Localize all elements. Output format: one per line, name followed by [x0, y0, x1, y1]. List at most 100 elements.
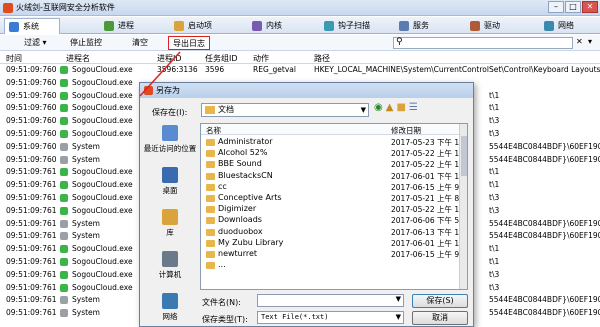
chevron-down-icon[interactable]: ▼: [396, 295, 401, 303]
save-in-dropdown[interactable]: 文档 ▼: [201, 103, 369, 117]
list-item[interactable]: Downloads 2017-06-06 下午 5: [201, 215, 467, 226]
row-process-name: System: [72, 231, 100, 241]
row-time: 09:51:09:761: [6, 295, 57, 305]
file-date: 2017-06-15 上午 9: [391, 249, 460, 259]
list-item[interactable]: newturret 2017-06-15 上午 9: [201, 249, 467, 260]
tab-startup[interactable]: 启动项: [170, 18, 240, 34]
file-rows: Administrator 2017-05-23 下午 1 Alcohol 52% 2…: [201, 137, 467, 271]
col-path[interactable]: 路径: [314, 53, 330, 64]
place-computer[interactable]: 计算机: [143, 251, 197, 280]
process-icon: [60, 193, 68, 202]
libraries-icon: [162, 209, 178, 225]
filter-button[interactable]: 过滤 ▾: [20, 36, 51, 50]
dialog-app-icon: [144, 86, 153, 95]
filename-input[interactable]: ▼: [257, 294, 404, 307]
clear-search-icon[interactable]: ✕: [576, 37, 583, 46]
tab-kernel[interactable]: 内核: [248, 18, 308, 34]
tab-hook-scan[interactable]: 钩子扫描: [320, 18, 390, 34]
list-item[interactable]: BBE Sound 2017-05-22 上午 1: [201, 159, 467, 170]
row-time: 09:51:09:760: [6, 65, 57, 74]
row-time: 09:51:09:760: [6, 77, 57, 87]
clear-button[interactable]: 清空: [128, 36, 152, 50]
process-icon: [60, 257, 68, 266]
col-time[interactable]: 时间: [6, 53, 22, 64]
filetype-dropdown[interactable]: Text File(*.txt) ▼: [257, 311, 404, 324]
col-modified-date[interactable]: 修改日期: [391, 125, 421, 136]
save-button[interactable]: 保存(S): [412, 294, 468, 308]
row-path: t\3: [489, 269, 500, 279]
list-item[interactable]: cc 2017-06-15 上午 9: [201, 182, 467, 193]
file-date: 2017-05-22 上午 1: [391, 160, 460, 170]
col-task-group-id[interactable]: 任务组ID: [205, 53, 238, 64]
row-time: 09:51:09:760: [6, 141, 57, 151]
row-path: 5544E4BC0844BDF}\60EF190592: [489, 154, 600, 164]
maximize-button[interactable]: □: [565, 1, 581, 13]
row-path: 5544E4BC0844BDF}\60EF190592: [489, 231, 600, 241]
tab-system[interactable]: 系统: [4, 18, 60, 34]
row-time: 09:51:09:761: [6, 205, 57, 215]
list-item[interactable]: ...: [201, 260, 467, 271]
minimize-button[interactable]: –: [548, 1, 564, 13]
row-path: t\3: [489, 282, 500, 292]
tab-process[interactable]: 进程: [100, 18, 155, 34]
folder-icon: [206, 150, 215, 158]
tab-service[interactable]: 服务: [395, 18, 450, 34]
row-process-name: System: [72, 308, 100, 318]
row-path: t\3: [489, 128, 500, 138]
col-process-name[interactable]: 进程名: [66, 53, 90, 64]
list-item[interactable]: duoduobox 2017-06-13 下午 1: [201, 227, 467, 238]
col-name[interactable]: 名称: [206, 125, 221, 136]
save-in-label: 保存在(I):: [152, 108, 188, 117]
driver-icon: [470, 21, 480, 31]
kernel-icon: [252, 21, 262, 31]
list-item[interactable]: Alcohol 52% 2017-05-22 上午 1: [201, 148, 467, 159]
folder-icon: [206, 228, 215, 236]
row-time: 09:51:09:761: [6, 231, 57, 241]
table-row[interactable]: 09:51:09:760 SogouCloud.exe 3596:3136 3596 R…: [0, 64, 600, 77]
new-folder-icon[interactable]: ■: [396, 102, 405, 113]
list-item[interactable]: Conceptive Arts 2017-05-21 上午 8: [201, 193, 467, 204]
process-icon: [60, 219, 68, 228]
file-date: 2017-05-23 下午 1: [391, 138, 460, 147]
row-time: 09:51:09:761: [6, 282, 57, 292]
process-icon: [60, 104, 68, 113]
row-path: t\1: [489, 103, 500, 113]
tab-network[interactable]: 网络: [540, 18, 598, 34]
process-icon: [60, 155, 68, 164]
list-item[interactable]: My Zubu Library 2017-06-01 上午 1: [201, 238, 467, 249]
back-icon[interactable]: ◉: [374, 102, 383, 113]
toolbar: 过滤 ▾ 停止监控 清空 导出日志 ⚲ ✕ ▾: [0, 35, 600, 51]
scrollbar-thumb[interactable]: [461, 136, 467, 176]
search-options-icon[interactable]: ▾: [588, 37, 592, 46]
close-button[interactable]: ✕: [582, 1, 598, 13]
row-path: t\3: [489, 205, 500, 215]
place-libraries[interactable]: 库: [143, 209, 197, 238]
row-time: 09:51:09:761: [6, 244, 57, 254]
file-name: Administrator: [218, 137, 273, 146]
place-recent[interactable]: 最近访问的位置: [143, 125, 197, 154]
export-log-button[interactable]: 导出日志: [168, 36, 210, 50]
up-folder-icon[interactable]: ▲: [386, 102, 394, 113]
col-pid[interactable]: 进程ID: [157, 53, 182, 64]
folder-icon: [206, 183, 215, 191]
tab-driver[interactable]: 驱动: [466, 18, 521, 34]
folder-icon: [206, 139, 215, 146]
row-path: 5544E4BC0844BDF}\60EF190592: [489, 295, 600, 305]
cancel-button[interactable]: 取消: [412, 311, 468, 325]
file-name: ...: [218, 260, 226, 270]
file-list-header: 名称 修改日期: [201, 124, 467, 135]
list-item[interactable]: BluestacksCN 2017-06-01 下午 1: [201, 171, 467, 182]
place-desktop[interactable]: 桌面: [143, 167, 197, 196]
scrollbar[interactable]: [459, 124, 467, 289]
file-name: Downloads: [218, 215, 262, 225]
search-input[interactable]: ⚲: [393, 37, 573, 49]
place-network[interactable]: 网络: [143, 293, 197, 322]
col-action[interactable]: 动作: [253, 53, 269, 64]
view-menu-icon[interactable]: ☰: [409, 102, 418, 113]
list-item[interactable]: Digimizer 2017-05-22 上午 1: [201, 204, 467, 215]
chevron-down-icon: ▼: [360, 106, 366, 114]
search-icon: ⚲: [396, 37, 403, 47]
list-item[interactable]: Administrator 2017-05-23 下午 1: [201, 137, 467, 148]
save-as-dialog: 另存为 保存在(I): 文档 ▼ ◉ ▲ ■ ☰ 最近访问的位置 桌面 库 计算…: [139, 82, 474, 327]
stop-monitor-button[interactable]: 停止监控: [66, 36, 106, 50]
